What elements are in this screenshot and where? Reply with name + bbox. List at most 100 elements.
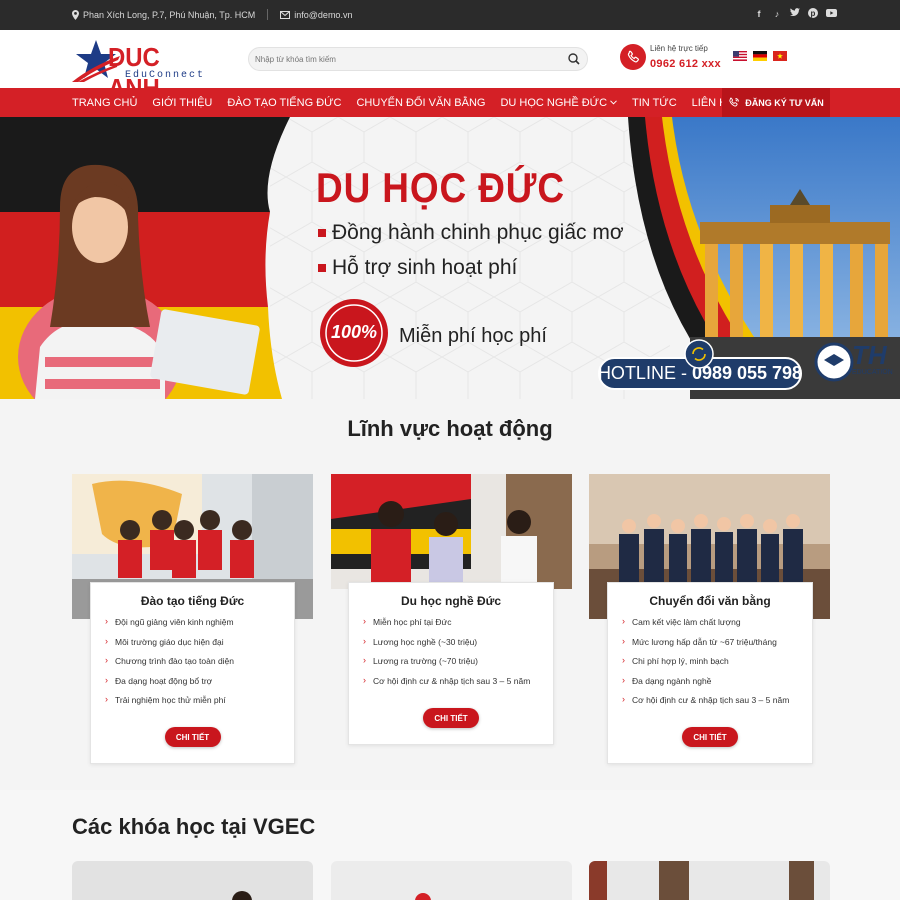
list-item: › Môi trường giáo dục hiện đại <box>105 635 224 647</box>
list-item: › Miễn học phí tại Đức <box>363 616 452 628</box>
site-header: DUC ANH EduConnect Liên hệ trực tiếp 096… <box>0 30 900 103</box>
tiktok-icon[interactable]: ♪ <box>772 8 782 20</box>
hero-title: DU HỌC ĐỨC <box>316 164 565 211</box>
chevron-right-icon: › <box>622 635 625 646</box>
phone-icon <box>620 44 646 70</box>
chevron-right-icon: › <box>622 674 625 685</box>
service-card: Đào tạo tiếng Đức › Đội ngũ giảng viên ki… <box>90 582 295 764</box>
chevron-right-icon: › <box>363 616 366 626</box>
hero-free-text: Miễn phí học phí <box>399 325 547 347</box>
list-item: › Lương học nghề (~30 triệu) <box>363 635 478 647</box>
hero-badge-text: 100% <box>330 322 378 342</box>
chevron-down-icon <box>610 100 617 105</box>
service-card: Chuyển đổi văn bằng › Cam kết việc làm ch… <box>607 582 813 764</box>
card-feature-list: › Đội ngũ giảng viên kinh nghiệm › Môi trư… <box>105 617 294 715</box>
nav-item-german-training[interactable]: ĐÀO TẠO TIẾNG ĐỨC <box>227 97 341 109</box>
address-text: Phan Xích Long, P.7, Phú Nhuận, Tp. HCM <box>83 9 256 20</box>
section-title-activities: Lĩnh vực hoạt động <box>347 416 553 441</box>
main-nav: TRANG CHỦ GIỚI THIỆU ĐÀO TẠO TIẾNG ĐỨC C… <box>0 88 900 117</box>
vietnam-flag-icon[interactable] <box>773 51 787 61</box>
list-item: › Chương trình đào tạo toàn diện <box>105 655 235 667</box>
chevron-right-icon: › <box>622 655 625 665</box>
service-card: Du học nghề Đức › Miễn học phí tại Đức › L… <box>348 582 554 745</box>
facebook-icon[interactable]: f <box>754 8 764 20</box>
register-consult-button[interactable]: ĐĂNG KÝ TƯ VẤN <box>722 88 830 117</box>
nav-item-degree-conversion[interactable]: CHUYỂN ĐỔI VĂN BẰNG <box>356 97 485 109</box>
bullet-square-icon <box>318 264 326 272</box>
list-item: › Trải nghiệm học thử miễn phí <box>105 694 226 706</box>
search-icon <box>568 53 580 65</box>
svg-text:p: p <box>811 9 816 18</box>
chevron-right-icon: › <box>622 694 625 704</box>
divider <box>267 9 269 20</box>
card-title: Đào tạo tiếng Đức <box>140 594 245 608</box>
list-item: › Chi phí hợp lý, minh bạch <box>622 655 729 667</box>
search-button[interactable] <box>565 50 583 68</box>
card-title: Du học nghề Đức <box>400 594 502 608</box>
email-text: info@demo.vn <box>294 9 353 20</box>
course-card-image[interactable] <box>72 861 313 900</box>
chevron-right-icon: › <box>363 655 366 665</box>
youtube-icon[interactable] <box>826 8 837 20</box>
logo-subtitle: EduConnect <box>125 70 206 81</box>
hotline-label: Liên hệ trực tiếp <box>650 44 708 53</box>
hero-bullet: Hỗ trợ sinh hoạt phí <box>318 256 517 280</box>
nav-item-home[interactable]: TRANG CHỦ <box>72 97 137 109</box>
card-title: Chuyển đổi văn bằng <box>649 594 771 608</box>
search-input[interactable] <box>255 51 555 67</box>
twitter-icon[interactable] <box>790 8 800 20</box>
card-feature-list: › Miễn học phí tại Đức › Lương học nghề (~… <box>363 617 553 695</box>
list-item: › Đa dạng hoạt động bổ trợ <box>105 674 213 686</box>
hero-bullet-text: Đồng hành chinh phục giấc mơ <box>332 221 624 244</box>
nav-item-label: DU HỌC NGHỀ ĐỨC <box>500 96 608 109</box>
pinterest-icon[interactable]: p <box>808 8 818 20</box>
chevron-right-icon: › <box>622 616 625 626</box>
chevron-right-icon: › <box>105 694 108 704</box>
chevron-right-icon: › <box>363 635 366 646</box>
bullet-square-icon <box>318 229 326 237</box>
address-item: Phan Xích Long, P.7, Phú Nhuận, Tp. HCM <box>72 9 256 20</box>
chevron-right-icon: › <box>105 655 108 665</box>
list-item: › Cam kết việc làm chất lượng <box>622 616 741 628</box>
language-switcher <box>733 51 787 61</box>
list-item: › Cơ hội định cư & nhập tịch sau 3 – 5 nă… <box>363 674 531 686</box>
hero-bullet: Đồng hành chinh phục giấc mơ <box>318 221 624 245</box>
chevron-right-icon: › <box>105 674 108 685</box>
german-flag-icon[interactable] <box>753 51 767 61</box>
list-item: › Đội ngũ giảng viên kinh nghiệm <box>105 616 234 628</box>
list-item: › Đa dạng ngành nghề <box>622 674 712 686</box>
partner-logo: TH EDUCATION <box>814 340 893 388</box>
site-logo[interactable]: DUC ANH EduConnect <box>72 38 222 103</box>
chevron-right-icon: › <box>105 635 108 646</box>
course-card-image[interactable] <box>589 861 830 900</box>
detail-button[interactable]: CHI TIẾT <box>164 727 221 747</box>
mail-icon <box>280 10 291 19</box>
list-item: › Cơ hội định cư & nhập tịch sau 3 – 5 nă… <box>622 694 790 706</box>
english-flag-icon[interactable] <box>733 51 747 61</box>
card-feature-list: › Cam kết việc làm chất lượng › Mức lương … <box>622 617 812 715</box>
hotline-number: 0962 612 xxx <box>650 58 721 70</box>
section-title-courses: Các khóa học tại VGEC <box>72 814 316 839</box>
chevron-right-icon: › <box>105 616 108 626</box>
refresh-badge-icon <box>684 339 714 369</box>
register-label: ĐĂNG KÝ TƯ VẤN <box>745 97 824 108</box>
course-card-image[interactable] <box>331 861 572 900</box>
search-bar <box>248 47 588 71</box>
hero-banner[interactable]: DU HỌC ĐỨC Đồng hành chinh phục giấc mơ … <box>0 117 900 399</box>
list-item: › Lương ra trường (~70 triệu) <box>363 655 478 667</box>
partner-logo-text: TH <box>852 340 887 370</box>
nav-item-news[interactable]: TIN TỨC <box>632 97 677 109</box>
partner-logo-sub: EDUCATION <box>852 369 893 376</box>
list-item: › Mức lương hấp dẫn từ ~67 triệu/tháng <box>622 635 777 647</box>
nav-item-vocational-study[interactable]: DU HỌC NGHỀ ĐỨC <box>500 97 617 109</box>
detail-button[interactable]: CHI TIẾT <box>423 708 479 728</box>
hero-bullet-text: Hỗ trợ sinh hoạt phí <box>332 256 518 279</box>
chevron-right-icon: › <box>363 674 366 685</box>
detail-button[interactable]: CHI TIẾT <box>682 727 738 747</box>
nav-item-about[interactable]: GIỚI THIỆU <box>152 97 212 109</box>
location-pin-icon <box>72 9 79 20</box>
top-bar: Phan Xích Long, P.7, Phú Nhuận, Tp. HCM … <box>0 0 900 30</box>
email-item[interactable]: info@demo.vn <box>280 10 352 20</box>
hero-hotline-label: HOTLINE - <box>597 363 687 383</box>
phone-call-icon <box>729 97 740 106</box>
